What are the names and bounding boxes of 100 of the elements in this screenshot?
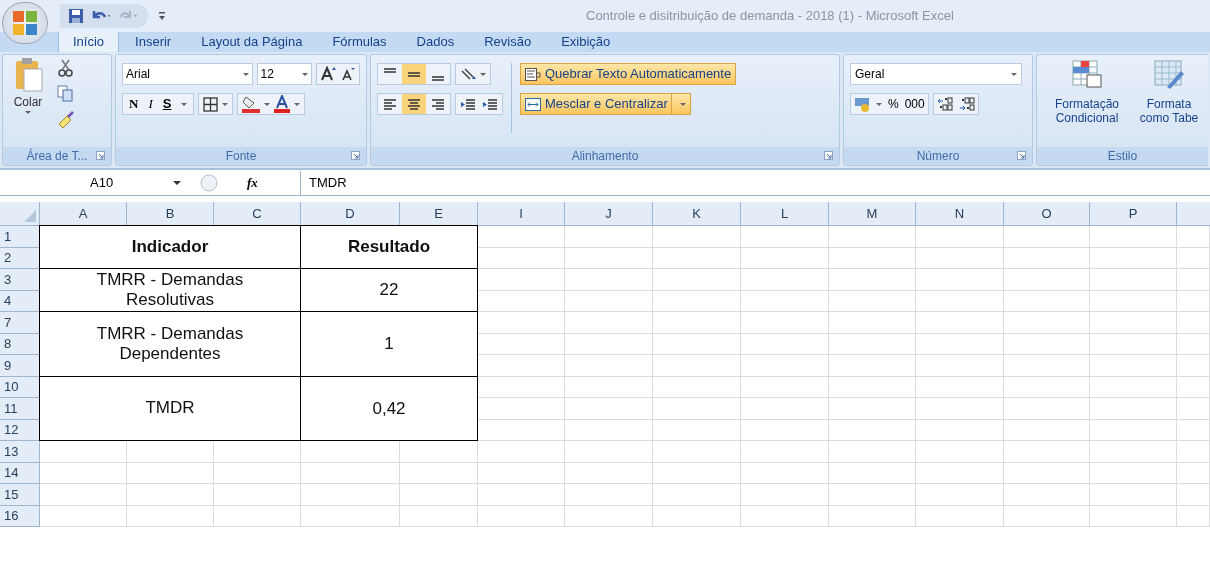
grid-cell[interactable] xyxy=(829,290,916,312)
grid-cell[interactable] xyxy=(1090,290,1177,312)
paste-button[interactable]: Colar xyxy=(7,57,49,147)
customize-toolbar-icon[interactable] xyxy=(158,10,166,22)
wrap-text-button[interactable]: Quebrar Texto Automaticamente xyxy=(520,63,737,85)
dialog-launcher-icon[interactable] xyxy=(1017,151,1026,160)
ribbon-tab[interactable]: Exibição xyxy=(547,32,625,52)
grid-cell[interactable] xyxy=(1004,441,1090,463)
grid-cell[interactable] xyxy=(829,247,916,269)
grid-cell[interactable] xyxy=(653,441,741,463)
row-header[interactable]: 4 xyxy=(0,290,40,312)
grid-cell[interactable] xyxy=(829,333,916,355)
grid-cell[interactable] xyxy=(1004,355,1090,377)
grid-cell[interactable] xyxy=(653,290,741,312)
grid-cell[interactable] xyxy=(1004,398,1090,420)
grid-cell[interactable] xyxy=(565,419,653,441)
grid-cell[interactable] xyxy=(653,312,741,334)
dialog-launcher-icon[interactable] xyxy=(824,151,833,160)
grid-cell[interactable] xyxy=(1177,441,1210,463)
grid-cell[interactable] xyxy=(1090,226,1177,248)
grid-cell[interactable] xyxy=(478,441,565,463)
grid-cell[interactable] xyxy=(565,505,653,527)
row-header[interactable]: 8 xyxy=(0,333,40,355)
grid-cell[interactable] xyxy=(916,333,1004,355)
grid-cell[interactable] xyxy=(653,247,741,269)
align-right-icon[interactable] xyxy=(430,96,446,112)
grid-cell[interactable] xyxy=(1177,462,1210,484)
grid-cell[interactable] xyxy=(916,226,1004,248)
column-header[interactable]: N xyxy=(916,202,1004,226)
grid-cell[interactable] xyxy=(1090,505,1177,527)
grid-cell[interactable] xyxy=(829,226,916,248)
currency-icon[interactable] xyxy=(854,96,870,112)
decrease-indent-icon[interactable] xyxy=(460,96,476,112)
align-left-icon[interactable] xyxy=(382,96,398,112)
grid-cell[interactable] xyxy=(214,484,301,506)
select-all-icon[interactable] xyxy=(24,210,36,222)
grid-cell[interactable] xyxy=(741,247,829,269)
grid-cell[interactable] xyxy=(1177,419,1210,441)
grid-cell[interactable] xyxy=(916,247,1004,269)
fill-color-icon[interactable] xyxy=(242,95,261,113)
grid-cell[interactable] xyxy=(1090,333,1177,355)
grid-cell[interactable] xyxy=(741,355,829,377)
grid-cell[interactable] xyxy=(653,462,741,484)
merge-center-button[interactable]: Mesclar e Centralizar xyxy=(520,93,691,115)
formula-input[interactable]: TMDR xyxy=(300,170,1210,195)
grid-cell[interactable] xyxy=(741,312,829,334)
grid-cell[interactable] xyxy=(741,398,829,420)
column-header[interactable]: M xyxy=(829,202,916,226)
italic-button[interactable]: I xyxy=(148,94,153,114)
format-painter-icon[interactable] xyxy=(57,110,75,128)
grid-cell[interactable] xyxy=(829,419,916,441)
grid-cell[interactable] xyxy=(1090,312,1177,334)
grid-cell[interactable] xyxy=(1004,484,1090,506)
grid-cell[interactable] xyxy=(565,247,653,269)
grid-cell[interactable] xyxy=(1004,226,1090,248)
column-header[interactable]: A xyxy=(40,202,127,226)
grid-cell[interactable] xyxy=(565,376,653,398)
grid-cell[interactable] xyxy=(565,269,653,291)
increase-indent-icon[interactable] xyxy=(482,96,498,112)
underline-button[interactable]: S xyxy=(162,94,172,114)
copy-icon[interactable] xyxy=(57,85,73,102)
grid-cell[interactable] xyxy=(741,419,829,441)
grid-cell[interactable] xyxy=(741,226,829,248)
row-header[interactable]: 1 xyxy=(0,226,40,248)
grid-cell[interactable] xyxy=(916,398,1004,420)
shrink-font-icon[interactable] xyxy=(341,66,356,82)
column-header[interactable]: I xyxy=(478,202,565,226)
grid-cell[interactable] xyxy=(40,462,127,484)
grid-cell[interactable] xyxy=(916,505,1004,527)
grid-cell[interactable] xyxy=(653,505,741,527)
caret-icon[interactable] xyxy=(181,102,188,106)
grid-cell[interactable] xyxy=(1004,247,1090,269)
grid-cell[interactable] xyxy=(1177,376,1210,398)
grid-cell[interactable] xyxy=(565,441,653,463)
grid-cell[interactable] xyxy=(1004,333,1090,355)
grid-cell[interactable] xyxy=(1177,247,1210,269)
row-header[interactable]: 2 xyxy=(0,247,40,269)
grid-cell[interactable] xyxy=(1090,484,1177,506)
grid-cell[interactable] xyxy=(916,355,1004,377)
bold-button[interactable]: N xyxy=(129,94,139,114)
grid-cell[interactable] xyxy=(1090,462,1177,484)
grid-cell[interactable] xyxy=(829,462,916,484)
grid-cell[interactable] xyxy=(565,333,653,355)
grid-cell[interactable] xyxy=(741,441,829,463)
grid-cell[interactable] xyxy=(127,484,214,506)
grid-cell[interactable] xyxy=(1004,312,1090,334)
grid-cell[interactable] xyxy=(400,484,478,506)
column-header[interactable]: O xyxy=(1004,202,1090,226)
grid-cell[interactable] xyxy=(829,269,916,291)
ribbon-tab[interactable]: Fórmulas xyxy=(318,32,401,52)
grid-cell[interactable] xyxy=(1090,269,1177,291)
row-header[interactable]: 15 xyxy=(0,484,40,506)
grid-cell[interactable] xyxy=(1090,355,1177,377)
grid-cell[interactable] xyxy=(565,226,653,248)
style-button[interactable]: Formata como Tabe xyxy=(1131,59,1207,147)
grid-cell[interactable] xyxy=(916,376,1004,398)
grid-cell[interactable] xyxy=(301,462,400,484)
column-header[interactable]: J xyxy=(565,202,653,226)
caret-icon[interactable] xyxy=(264,102,271,106)
grid-cell[interactable] xyxy=(829,441,916,463)
